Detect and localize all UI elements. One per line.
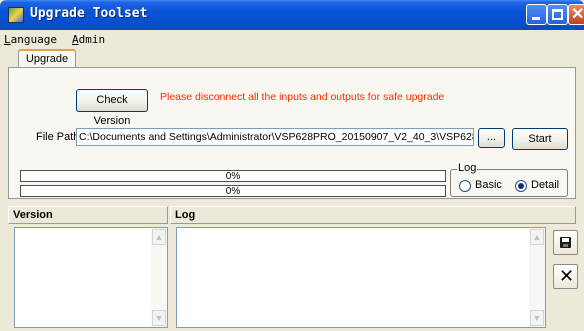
version-scrollbar[interactable]: ▲ ▼: [151, 228, 167, 327]
start-button[interactable]: Start: [512, 128, 568, 150]
minimize-icon: [532, 17, 540, 20]
app-icon: [8, 7, 24, 23]
close-icon: ✕: [571, 6, 584, 23]
radio-basic-label[interactable]: Basic: [475, 179, 502, 191]
clear-log-button[interactable]: ✕: [553, 264, 578, 289]
menu-bar: Language Admin: [0, 30, 584, 48]
log-scrollbar[interactable]: ▲ ▼: [529, 228, 545, 327]
file-path-label: File Path: [36, 131, 80, 143]
close-button[interactable]: ✕: [568, 4, 584, 25]
file-path-input[interactable]: C:\Documents and Settings\Administrator\…: [76, 128, 474, 146]
scroll-up-icon[interactable]: ▲: [530, 229, 544, 245]
radio-detail-label[interactable]: Detail: [531, 179, 559, 191]
version-pane-header: Version: [8, 206, 168, 224]
maximize-icon: [552, 9, 563, 20]
radio-detail-circle[interactable]: [515, 180, 527, 192]
progress-bar-1: 0%: [20, 170, 446, 182]
tab-upgrade[interactable]: Upgrade: [18, 49, 76, 68]
save-log-button[interactable]: [553, 230, 578, 255]
version-list[interactable]: ▲ ▼: [14, 227, 168, 328]
progress-bar-2: 0%: [20, 185, 446, 197]
window-title: Upgrade Toolset: [30, 6, 148, 21]
title-bar[interactable]: Upgrade Toolset ✕: [0, 0, 584, 30]
floppy-disk-icon: [560, 237, 571, 248]
minimize-button[interactable]: [526, 4, 547, 25]
radio-basic-circle[interactable]: [459, 180, 471, 192]
check-version-button[interactable]: Check Version: [76, 89, 148, 127]
warning-text: Please disconnect all the inputs and out…: [160, 91, 445, 103]
x-icon: ✕: [559, 266, 575, 287]
scroll-down-icon[interactable]: ▼: [152, 310, 166, 326]
log-textarea[interactable]: ▲ ▼: [176, 227, 546, 328]
scroll-up-icon[interactable]: ▲: [152, 229, 166, 245]
scroll-down-icon[interactable]: ▼: [530, 310, 544, 326]
log-mode-title: Log: [457, 162, 478, 174]
progress-percent-1: 0%: [225, 171, 241, 182]
menu-language[interactable]: Language: [4, 33, 57, 46]
browse-button[interactable]: ...: [478, 128, 505, 148]
log-mode-group: Log Basic Detail: [450, 162, 568, 197]
menu-admin[interactable]: Admin: [72, 33, 105, 46]
progress-percent-2: 0%: [225, 186, 241, 197]
log-pane-header: Log: [170, 206, 576, 224]
maximize-button[interactable]: [547, 4, 568, 25]
